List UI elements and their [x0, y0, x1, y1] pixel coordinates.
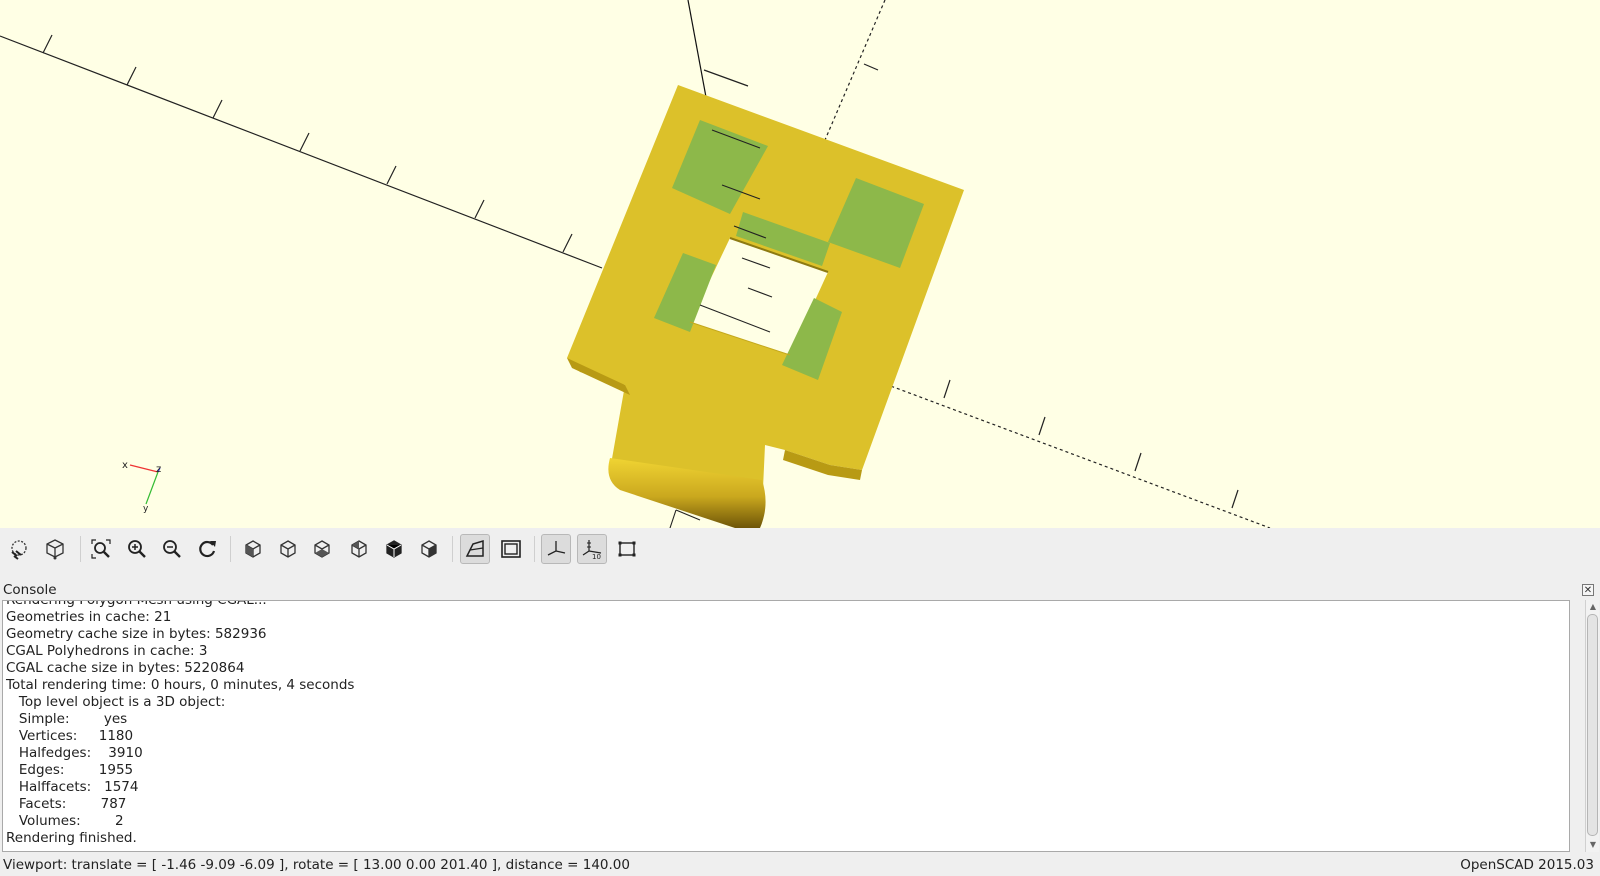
zoom-out-button[interactable]: [157, 534, 187, 564]
axis-y-label: y: [143, 504, 149, 514]
console-line: Edges: 1955: [6, 762, 134, 778]
scroll-down-icon[interactable]: ▼: [1588, 840, 1598, 850]
view-front-button[interactable]: [379, 534, 409, 564]
orthogonal-icon: [501, 540, 521, 558]
toolbar-separator: [80, 536, 81, 562]
console-output[interactable]: Rendering Polygon Mesh using CGAL... Geo…: [2, 600, 1570, 852]
show-axes-icon: [547, 541, 566, 556]
console-line: Simple: yes: [6, 711, 128, 727]
console-line: Facets: 787: [6, 796, 127, 812]
view-bottom-button[interactable]: [307, 534, 337, 564]
status-bar: Viewport: translate = [ -1.46 -9.09 -6.0…: [0, 855, 1600, 876]
console-line: Geometries in cache: 21: [6, 609, 172, 625]
model-3d-object: [567, 85, 964, 528]
show-scale-markers-icon: 10: [582, 540, 602, 560]
view-back-button[interactable]: [414, 534, 444, 564]
svg-text:10: 10: [592, 553, 601, 560]
view-right-button[interactable]: [238, 534, 268, 564]
console-line: Rendering finished.: [6, 830, 137, 846]
show-axes-button[interactable]: [541, 534, 571, 564]
reset-view-button[interactable]: [192, 534, 222, 564]
reset-view-icon: [199, 540, 216, 558]
axes-indicator: x z y: [122, 460, 161, 514]
console-line: Halfedges: 3910: [6, 745, 143, 761]
axis-x-label: x: [122, 460, 128, 471]
view-right-icon: [245, 540, 261, 558]
viewport-scene: x z y: [0, 0, 1271, 528]
console-line: Vertices: 1180: [6, 728, 134, 744]
toolbar-separator: [452, 536, 453, 562]
3d-viewport[interactable]: x z y: [0, 0, 1600, 528]
console-close-button[interactable]: ✕: [1582, 584, 1594, 596]
view-all-icon: [91, 539, 111, 559]
scrollbar-thumb[interactable]: [1587, 614, 1598, 836]
show-edges-button[interactable]: [612, 534, 642, 564]
show-scale-markers-button[interactable]: 10: [577, 534, 607, 564]
console-header: Console ✕: [0, 580, 1600, 600]
zoom-out-icon: [163, 540, 181, 558]
render-icon: [46, 539, 64, 560]
preview-icon: [11, 540, 27, 560]
zoom-in-button[interactable]: [122, 534, 152, 564]
view-toolbar: 10: [0, 528, 1600, 570]
console-line: Halffacets: 1574: [6, 779, 139, 795]
zoom-in-icon: [128, 540, 146, 558]
toolbar-separator: [534, 536, 535, 562]
perspective-icon: [465, 539, 484, 557]
axis-z-label: z: [156, 464, 161, 475]
console-line: Top level object is a 3D object:: [6, 694, 226, 710]
console-lines: Rendering Polygon Mesh using CGAL... Geo…: [6, 600, 355, 847]
view-all-button[interactable]: [86, 534, 116, 564]
view-bottom-icon: [314, 540, 330, 558]
toolbar-separator: [230, 536, 231, 562]
view-back-icon: [421, 540, 437, 558]
console-scrollbar[interactable]: ▲ ▼: [1585, 600, 1599, 852]
console-line: CGAL Polyhedrons in cache: 3: [6, 643, 208, 659]
orthogonal-button[interactable]: [496, 534, 526, 564]
console-line: Total rendering time: 0 hours, 0 minutes…: [6, 677, 355, 693]
console-title: Console: [3, 582, 57, 598]
view-left-icon: [351, 540, 367, 558]
render-button[interactable]: [40, 534, 70, 564]
console-line: Rendering Polygon Mesh using CGAL...: [6, 600, 267, 608]
view-front-icon: [386, 540, 402, 558]
view-top-icon: [280, 540, 296, 558]
preview-button[interactable]: [4, 534, 34, 564]
console-line: Geometry cache size in bytes: 582936: [6, 626, 267, 642]
show-edges-icon: [618, 541, 636, 557]
perspective-button[interactable]: [460, 534, 490, 564]
version-label: OpenSCAD 2015.03: [1460, 857, 1594, 873]
close-icon: ✕: [1583, 585, 1593, 596]
scroll-up-icon[interactable]: ▲: [1588, 602, 1598, 612]
view-top-button[interactable]: [273, 534, 303, 564]
viewport-status: Viewport: translate = [ -1.46 -9.09 -6.0…: [3, 857, 630, 873]
view-left-button[interactable]: [344, 534, 374, 564]
console-line: CGAL cache size in bytes: 5220864: [6, 660, 245, 676]
console-line: Volumes: 2: [6, 813, 124, 829]
